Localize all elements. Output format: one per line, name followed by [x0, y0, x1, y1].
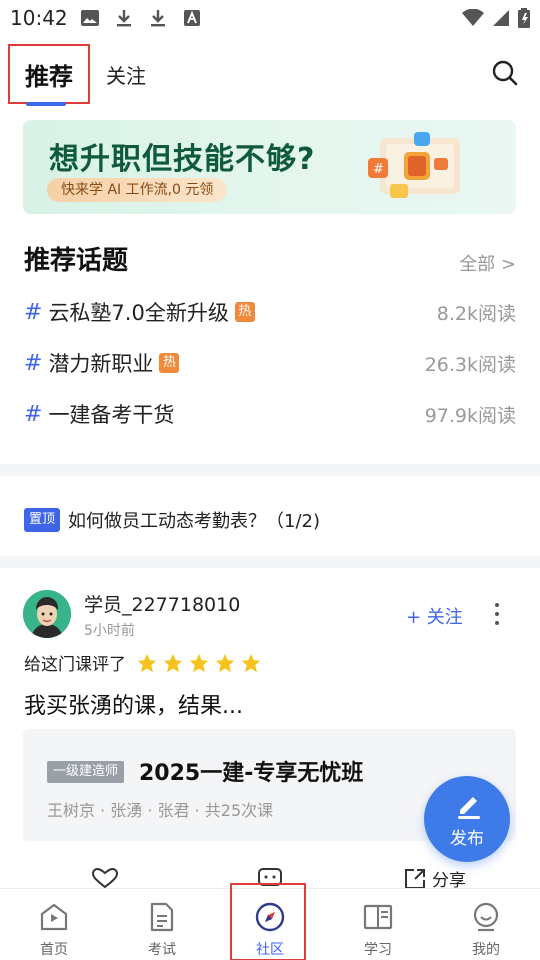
- battery-icon: [518, 8, 530, 28]
- hashtag-icon: #: [24, 299, 43, 325]
- search-icon: [492, 60, 518, 86]
- image-notification-icon: [80, 8, 100, 28]
- topic-name: 云私塾7.0全新升级: [48, 301, 229, 325]
- svg-text:#: #: [373, 162, 384, 177]
- download-notification-icon: [148, 8, 168, 28]
- post-time: 5小时前: [84, 623, 135, 639]
- tab-recommend[interactable]: 推荐: [8, 44, 90, 104]
- topic-reads: 97.9k阅读: [424, 404, 516, 427]
- share-icon: [405, 868, 425, 889]
- active-nav-highlight: [230, 883, 306, 960]
- star-icon: [163, 653, 183, 672]
- tab-follow[interactable]: 关注: [106, 60, 146, 89]
- topic-name: 一建备考干货: [48, 403, 175, 427]
- hot-badge: 热: [159, 353, 180, 373]
- banner-illustration: #: [368, 132, 460, 198]
- status-bar: 10:42: [0, 0, 540, 36]
- more-dot: [495, 621, 499, 625]
- book-icon: [363, 904, 393, 930]
- nav-study[interactable]: 学习: [324, 889, 432, 960]
- like-button[interactable]: [92, 868, 118, 888]
- topic-reads: 26.3k阅读: [424, 353, 516, 376]
- section-divider: [0, 464, 540, 476]
- nav-label: 学习: [364, 942, 392, 958]
- hot-badge: 热: [234, 302, 255, 322]
- nav-label: 我的: [472, 942, 500, 958]
- home-icon: [40, 903, 68, 931]
- nav-label: 首页: [40, 942, 68, 958]
- user-avatar-icon: [23, 590, 71, 638]
- notification-icons: [80, 8, 202, 28]
- avatar[interactable]: [23, 590, 71, 638]
- pinned-badge: 置顶: [24, 508, 60, 532]
- nav-profile[interactable]: 我的: [432, 889, 540, 960]
- follow-button[interactable]: + 关注: [406, 603, 463, 629]
- all-topics-link[interactable]: 全部 >: [459, 250, 516, 276]
- course-meta: 王树京 · 张湧 · 张君 · 共25次课: [47, 801, 274, 820]
- nav-exam[interactable]: 考试: [108, 889, 216, 960]
- nav-label: 考试: [148, 942, 176, 958]
- banner-title: 想升职但技能不够?: [49, 142, 316, 177]
- rating-row: 给这门课评了: [24, 650, 266, 675]
- banner-pill: 快来学 AI 工作流,0 元领: [47, 178, 228, 202]
- search-button[interactable]: [490, 58, 520, 88]
- topic-item[interactable]: # 云私塾7.0全新升级 热 8.2k阅读: [24, 296, 516, 328]
- post-content[interactable]: 我买张湧的课，结果...: [24, 688, 243, 720]
- topic-item[interactable]: # 一建备考干货 97.9k阅读: [24, 398, 516, 430]
- topic-reads: 8.2k阅读: [436, 302, 516, 325]
- nav-home[interactable]: 首页: [0, 889, 108, 960]
- star-icon: [215, 653, 235, 672]
- publish-button[interactable]: 发布: [424, 776, 510, 862]
- download-notification-icon: [114, 8, 134, 28]
- recommended-topics-heading: 推荐话题: [24, 246, 129, 276]
- section-divider: [0, 556, 540, 568]
- course-title: 2025一建-专享无忧班: [139, 761, 364, 786]
- rating-label: 给这门课评了: [24, 655, 126, 675]
- star-icon: [189, 653, 209, 672]
- bottom-nav: 首页 考试 社区 学习 我的: [0, 883, 540, 960]
- pinned-post[interactable]: 置顶 如何做员工动态考勤表？（1/2): [24, 506, 320, 534]
- pencil-icon: [458, 797, 480, 819]
- hashtag-icon: #: [24, 350, 43, 376]
- promo-banner[interactable]: 想升职但技能不够? 快来学 AI 工作流,0 元领 #: [23, 120, 516, 214]
- publish-label: 发布: [450, 829, 484, 849]
- topic-item[interactable]: # 潜力新职业 热 26.3k阅读: [24, 347, 516, 379]
- app-notification-icon: [182, 8, 202, 28]
- hashtag-icon: #: [24, 401, 43, 427]
- pinned-title: 如何做员工动态考勤表？（1/2): [68, 511, 320, 532]
- exam-icon: [150, 902, 174, 932]
- wifi-icon: [462, 9, 484, 26]
- signal-icon: [493, 10, 509, 26]
- top-tabs: 推荐 关注: [0, 44, 540, 106]
- system-icons: [462, 8, 530, 28]
- more-dot: [495, 603, 499, 607]
- course-category-tag: 一级建造师: [47, 761, 125, 783]
- active-tab-indicator: [26, 102, 66, 106]
- more-dot: [495, 612, 499, 616]
- star-icon: [137, 653, 157, 672]
- topic-name: 潜力新职业: [48, 352, 154, 376]
- star-icon: [241, 653, 261, 672]
- post-username[interactable]: 学员_227718010: [84, 590, 240, 617]
- status-time: 10:42: [10, 6, 68, 30]
- more-options-button[interactable]: [488, 600, 506, 628]
- profile-icon: [473, 902, 499, 932]
